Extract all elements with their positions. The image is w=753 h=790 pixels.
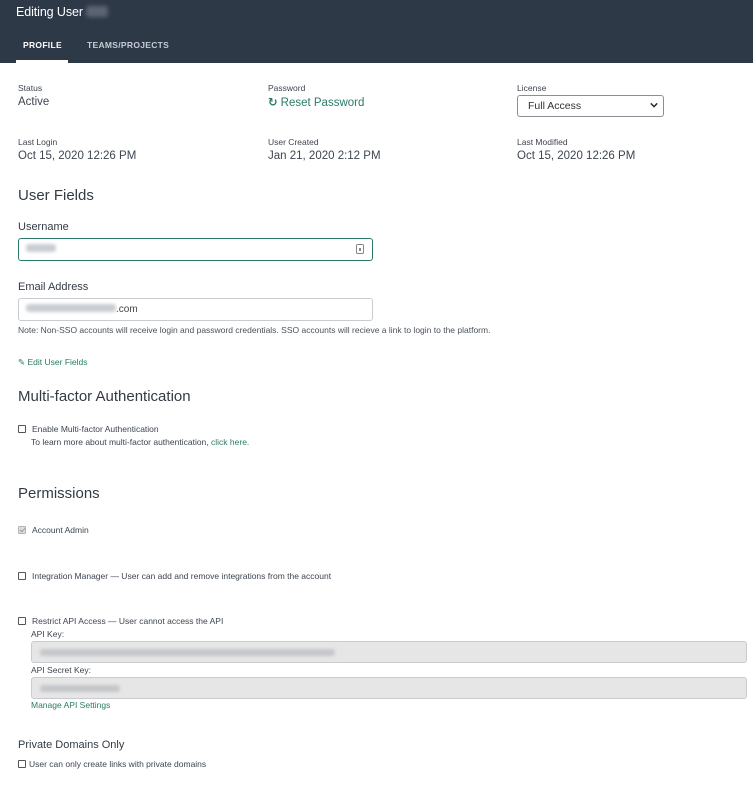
- last-login-label: Last Login: [18, 137, 58, 147]
- reset-password-link[interactable]: ↻ Reset Password: [268, 95, 364, 109]
- api-key-label: API Key:: [31, 629, 65, 639]
- account-admin-checkbox: [18, 526, 26, 534]
- status-value: Active: [18, 96, 50, 108]
- edit-user-fields-text: Edit User Fields: [27, 357, 88, 367]
- username-label: Username: [18, 221, 69, 233]
- license-select[interactable]: Full Access: [517, 95, 664, 117]
- api-key-field[interactable]: [31, 641, 747, 663]
- redacted-api-key: [40, 649, 335, 656]
- page-title: Editing User: [16, 5, 108, 19]
- api-secret-label: API Secret Key:: [31, 665, 91, 675]
- mfa-learn-more: To learn more about multi-factor authent…: [31, 437, 249, 447]
- user-created-label: User Created: [268, 137, 319, 147]
- last-modified-label: Last Modified: [517, 137, 568, 147]
- tab-teams-projects[interactable]: TEAMS/PROJECTS: [87, 40, 169, 50]
- redacted-email-value: [26, 304, 116, 312]
- restrict-api-row: Restrict API Access — User cannot access…: [18, 616, 223, 626]
- page-title-text: Editing User: [16, 5, 83, 19]
- header-bar: Editing User PROFILE TEAMS/PROJECTS: [0, 0, 753, 63]
- redacted-api-secret: [40, 685, 120, 692]
- edit-user-fields-link[interactable]: ✎ Edit User Fields: [18, 357, 88, 368]
- redacted-username: [85, 6, 108, 17]
- mfa-click-here-link[interactable]: click here.: [211, 437, 249, 447]
- reset-password-text: Reset Password: [280, 97, 365, 109]
- last-modified-value: Oct 15, 2020 12:26 PM: [517, 150, 636, 162]
- lock-icon: [356, 244, 364, 254]
- account-admin-row: Account Admin: [18, 525, 89, 535]
- api-secret-field[interactable]: [31, 677, 747, 699]
- mfa-enable-label: Enable Multi-factor Authentication: [32, 424, 159, 434]
- license-label: License: [517, 83, 547, 93]
- tab-profile[interactable]: PROFILE: [23, 40, 62, 50]
- refresh-icon: ↻: [268, 97, 278, 109]
- user-created-value: Jan 21, 2020 2:12 PM: [268, 150, 381, 162]
- mfa-enable-row: Enable Multi-factor Authentication: [18, 424, 159, 434]
- integration-manager-row: Integration Manager — User can add and r…: [18, 571, 331, 581]
- private-domains-row: User can only create links with private …: [18, 759, 206, 769]
- manage-api-settings-link[interactable]: Manage API Settings: [31, 700, 110, 710]
- private-domains-label: User can only create links with private …: [29, 759, 207, 769]
- sso-note: Note: Non-SSO accounts will receive logi…: [18, 325, 491, 335]
- mfa-enable-checkbox[interactable]: [18, 425, 26, 433]
- pencil-icon: ✎: [18, 357, 26, 367]
- permissions-heading: Permissions: [18, 485, 100, 502]
- mfa-heading: Multi-factor Authentication: [18, 388, 191, 405]
- last-login-value: Oct 15, 2020 12:26 PM: [18, 150, 137, 162]
- email-label: Email Address: [18, 281, 89, 293]
- mfa-learn-more-text: To learn more about multi-factor authent…: [31, 437, 209, 447]
- status-label: Status: [18, 83, 43, 93]
- license-selected-value: Full Access: [528, 100, 582, 112]
- email-suffix: .com: [116, 304, 138, 315]
- private-domains-heading: Private Domains Only: [18, 739, 125, 751]
- user-fields-heading: User Fields: [18, 187, 94, 204]
- restrict-api-checkbox[interactable]: [18, 617, 26, 625]
- username-input[interactable]: [18, 238, 373, 261]
- integration-manager-checkbox[interactable]: [18, 572, 26, 580]
- integration-manager-label: Integration Manager — User can add and r…: [32, 571, 332, 581]
- restrict-api-label: Restrict API Access — User cannot access…: [32, 616, 224, 626]
- account-admin-label: Account Admin: [32, 525, 89, 535]
- email-input[interactable]: .com: [18, 298, 373, 321]
- password-label: Password: [268, 83, 306, 93]
- chevron-down-icon: [650, 102, 658, 108]
- redacted-username-value: [26, 244, 56, 252]
- active-tab-indicator: [16, 60, 68, 63]
- private-domains-checkbox[interactable]: [18, 760, 26, 768]
